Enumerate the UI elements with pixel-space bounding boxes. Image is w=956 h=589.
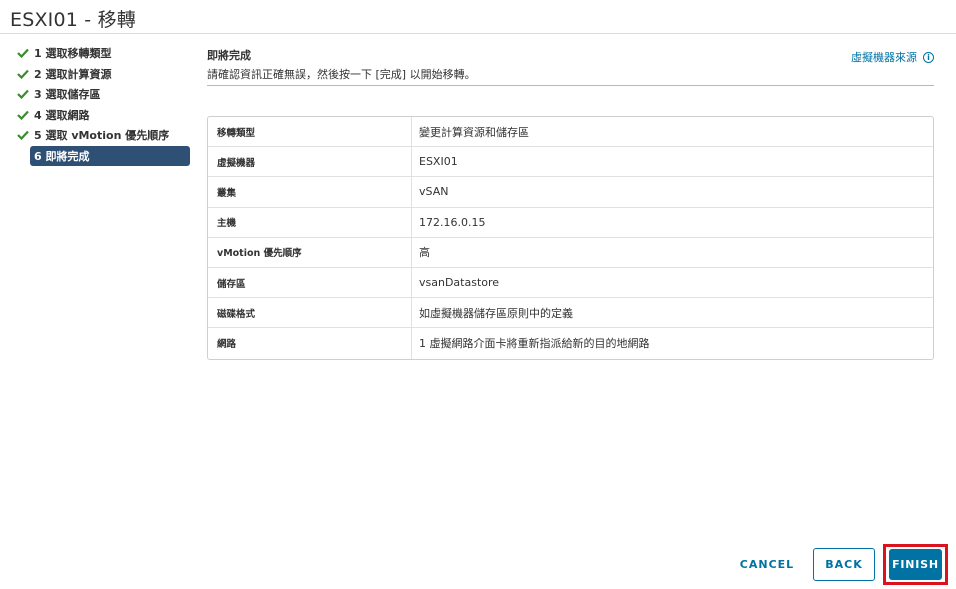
table-row: 虛擬機器 ESXI01 bbox=[208, 147, 933, 178]
cancel-button[interactable]: CANCEL bbox=[732, 548, 802, 581]
finish-button[interactable]: FINISH bbox=[889, 549, 942, 580]
row-value: vsanDatastore bbox=[419, 276, 500, 290]
step-select-network[interactable]: 4 選取網路 bbox=[17, 105, 192, 126]
table-row: 儲存區 vsanDatastore bbox=[208, 267, 933, 299]
step-select-migration-type[interactable]: 1 選取移轉類型 bbox=[17, 43, 192, 64]
page-description: 請確認資訊正確無誤，然後按一下 [完成] 以開始移轉。 bbox=[207, 68, 476, 81]
row-value: 172.16.0.15 bbox=[419, 215, 486, 229]
back-button[interactable]: BACK bbox=[813, 548, 875, 581]
row-value: 高 bbox=[419, 246, 430, 260]
title-divider bbox=[0, 33, 956, 34]
row-key: 磁碟格式 bbox=[208, 298, 412, 328]
checkmark-icon bbox=[17, 47, 31, 59]
table-row: 叢集 vSAN bbox=[208, 177, 933, 208]
row-key: 主機 bbox=[208, 207, 412, 237]
row-key: 網路 bbox=[208, 328, 412, 359]
table-row: vMotion 優先順序 高 bbox=[208, 237, 933, 268]
vm-source-link[interactable]: 虛擬機器來源 i bbox=[851, 49, 934, 65]
row-key: 移轉類型 bbox=[208, 117, 412, 147]
row-value: 變更計算資源和儲存區 bbox=[419, 125, 529, 139]
step-label: 2 選取計算資源 bbox=[34, 67, 112, 81]
finish-highlight: FINISH bbox=[883, 544, 948, 585]
step-label: 6 即將完成 bbox=[34, 149, 90, 163]
row-value: vSAN bbox=[419, 185, 449, 199]
vm-source-label: 虛擬機器來源 bbox=[851, 51, 917, 64]
info-icon[interactable]: i bbox=[923, 51, 934, 63]
table-row: 主機 172.16.0.15 bbox=[208, 207, 933, 238]
step-select-storage[interactable]: 3 選取儲存區 bbox=[17, 84, 192, 105]
step-label: 4 選取網路 bbox=[34, 108, 90, 122]
page-heading: 即將完成 bbox=[207, 49, 251, 62]
row-value: 1 虛擬網路介面卡將重新指派給新的目的地網路 bbox=[419, 337, 650, 351]
checkmark-icon bbox=[17, 129, 31, 141]
row-key: 虛擬機器 bbox=[208, 147, 412, 177]
summary-table: 移轉類型 變更計算資源和儲存區 虛擬機器 ESXI01 叢集 vSAN 主機 1… bbox=[207, 116, 934, 360]
wizard-steps: 1 選取移轉類型 2 選取計算資源 3 選取儲存區 4 選取網路 5 選取 vM… bbox=[17, 43, 192, 166]
step-label: 5 選取 vMotion 優先順序 bbox=[34, 129, 170, 143]
step-select-vmotion-priority[interactable]: 5 選取 vMotion 優先順序 bbox=[17, 125, 192, 146]
row-value: 如虛擬機器儲存區原則中的定義 bbox=[419, 306, 573, 320]
row-value: ESXI01 bbox=[419, 155, 458, 169]
row-key: vMotion 優先順序 bbox=[208, 237, 412, 267]
step-label: 1 選取移轉類型 bbox=[34, 47, 112, 61]
row-key: 儲存區 bbox=[208, 267, 412, 298]
step-label: 3 選取儲存區 bbox=[34, 88, 101, 102]
step-ready-to-complete[interactable]: 6 即將完成 bbox=[30, 145, 190, 166]
header-divider bbox=[207, 85, 934, 86]
page-header: 即將完成 請確認資訊正確無誤，然後按一下 [完成] 以開始移轉。 bbox=[207, 47, 934, 82]
dialog-title: ESXI01 - 移轉 bbox=[10, 9, 136, 31]
row-key: 叢集 bbox=[208, 177, 412, 207]
checkmark-icon bbox=[17, 88, 31, 100]
checkmark-icon bbox=[17, 68, 31, 80]
table-row: 磁碟格式 如虛擬機器儲存區原則中的定義 bbox=[208, 298, 933, 329]
step-select-compute-resource[interactable]: 2 選取計算資源 bbox=[17, 64, 192, 85]
checkmark-icon bbox=[17, 109, 31, 121]
table-row: 移轉類型 變更計算資源和儲存區 bbox=[208, 117, 933, 148]
table-row: 網路 1 虛擬網路介面卡將重新指派給新的目的地網路 bbox=[208, 328, 933, 359]
